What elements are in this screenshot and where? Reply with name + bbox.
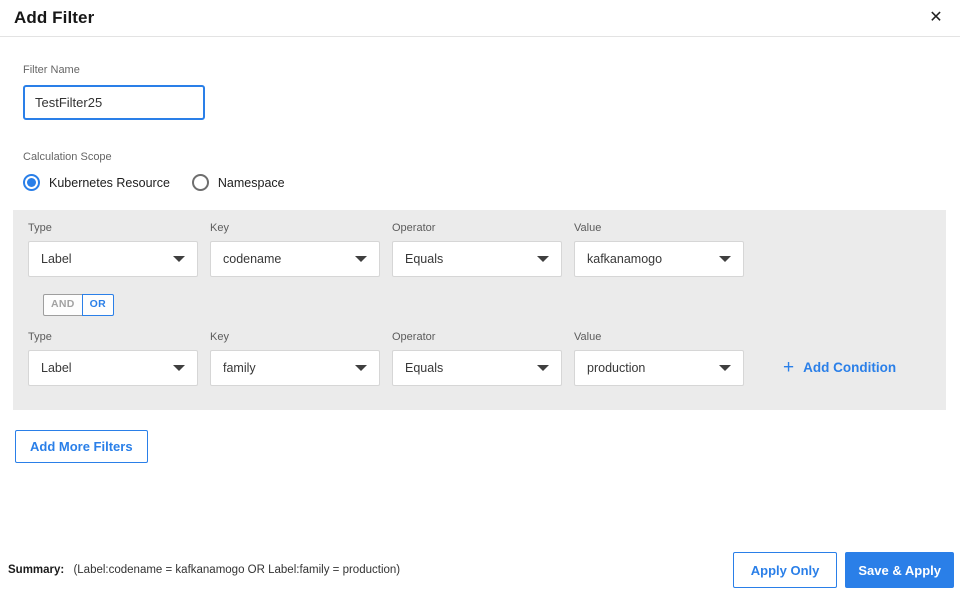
key-dropdown[interactable]: family [210,349,380,386]
operator-column-label: Operator [392,330,436,343]
summary: Summary: (Label:codename = kafkanamogo O… [8,564,400,576]
close-icon: ✕ [929,9,943,26]
dropdown-value: Equals [405,360,444,375]
caret-down-icon [355,364,367,371]
caret-down-icon [355,256,367,262]
condition-field-key: Key codename [210,222,380,277]
dialog-header: Add Filter ✕ [0,0,960,37]
caret-down-icon [173,256,185,262]
dropdown-value: Equals [405,252,444,266]
caret-down-icon [173,364,185,371]
operator-dropdown[interactable]: Equals [392,241,562,277]
and-or-toggle: AND OR [43,294,115,316]
plus-icon: + [783,357,795,379]
condition-row-2: Type Label Key family Operator Equals Va… [28,331,930,386]
dialog-footer: Summary: (Label:codename = kafkanamogo O… [8,552,954,588]
caret-down-icon [719,256,731,262]
calculation-scope-options: Kubernetes Resource Namespace [23,174,960,191]
key-column-label: Key [210,222,229,234]
dropdown-value: Label [41,360,72,375]
add-condition-button[interactable]: + Add Condition [783,350,896,386]
type-column-label: Type [28,222,52,234]
radio-kubernetes-resource[interactable]: Kubernetes Resource [23,174,170,191]
condition-field-key: Key family [210,331,380,386]
radio-selected-icon [23,174,40,191]
radio-label: Namespace [217,175,285,190]
calculation-scope-label: Calculation Scope [23,151,112,163]
key-column-label: Key [210,330,229,343]
dropdown-value: codename [223,252,282,266]
condition-field-type: Type Label [28,331,198,386]
close-button[interactable]: ✕ [922,4,950,32]
value-column-label: Value [574,330,602,343]
dropdown-value: Label [41,252,72,266]
value-dropdown[interactable]: kafkanamogo [574,241,744,277]
type-column-label: Type [28,330,52,343]
condition-row-1: Type Label Key codename Operator Equals … [28,222,930,277]
caret-down-icon [537,364,549,371]
and-toggle-button[interactable]: AND [43,294,83,316]
condition-field-value: Value kafkanamogo [574,222,744,277]
filter-name-label: Filter Name [23,64,80,76]
dropdown-value: family [223,360,256,375]
conditions-panel: Type Label Key codename Operator Equals … [13,210,946,410]
radio-unselected-icon [191,174,209,191]
dropdown-value: kafkanamogo [587,252,663,266]
dialog-body: Filter Name Calculation Scope Kubernetes… [0,64,960,191]
condition-field-operator: Operator Equals [392,331,562,386]
operator-dropdown[interactable]: Equals [392,349,562,386]
add-condition-label: Add Condition [803,360,897,376]
operator-column-label: Operator [392,222,436,234]
apply-only-button[interactable]: Apply Only [732,552,838,588]
caret-down-icon [719,364,731,371]
summary-label: Summary: [8,564,65,576]
value-column-label: Value [574,222,602,234]
condition-field-value: Value production [574,331,744,386]
summary-text: (Label:codename = kafkanamogo OR Label:f… [73,564,401,576]
condition-field-operator: Operator Equals [392,222,562,277]
condition-field-type: Type Label [28,222,198,277]
or-toggle-button[interactable]: OR [81,294,115,316]
value-dropdown[interactable]: production [574,349,744,386]
caret-down-icon [537,256,549,262]
type-dropdown[interactable]: Label [28,349,198,386]
save-and-apply-button[interactable]: Save & Apply [845,552,954,588]
key-dropdown[interactable]: codename [210,241,380,277]
footer-buttons: Apply Only Save & Apply [732,552,954,588]
radio-namespace[interactable]: Namespace [191,174,285,191]
filter-name-input[interactable] [23,85,205,120]
radio-label: Kubernetes Resource [49,175,170,190]
type-dropdown[interactable]: Label [28,241,198,277]
dialog-title: Add Filter [14,8,95,27]
dropdown-value: production [587,360,646,375]
add-more-filters-button[interactable]: Add More Filters [15,429,148,463]
